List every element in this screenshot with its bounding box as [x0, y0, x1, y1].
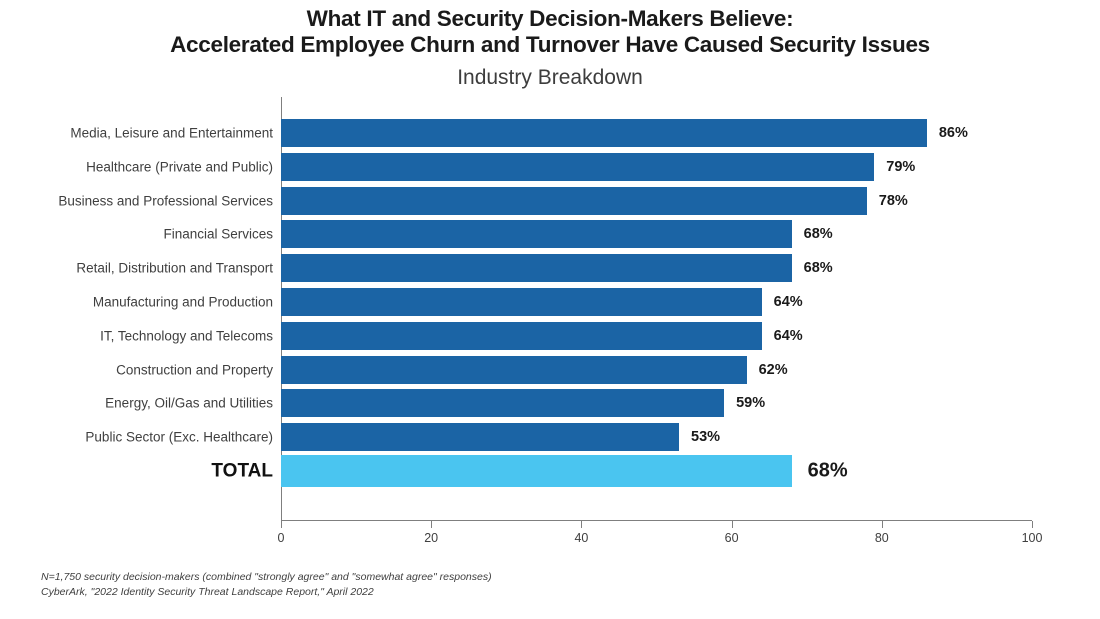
- bar-row[interactable]: 68%: [281, 220, 1032, 249]
- category-label: Financial Services: [163, 226, 273, 242]
- plot-area: 0 20 40 60 80 100 86% 79% 78% 68% 68% 64% 64% 62% 59% 5…: [278, 97, 1042, 545]
- x-axis-tick: [881, 521, 883, 528]
- x-axis-tick-label: 20: [424, 531, 439, 545]
- x-axis-tick-label: 80: [874, 531, 889, 545]
- bar-row[interactable]: 68%: [281, 254, 1032, 283]
- bar-row-total[interactable]: 68%: [281, 455, 1032, 487]
- x-axis-tick: [431, 521, 433, 528]
- category-label: Manufacturing and Production: [92, 294, 273, 310]
- chart-title-line-2: Accelerated Employee Churn and Turnover …: [170, 32, 930, 57]
- category-axis: Media, Leisure and Entertainment Healthca…: [0, 97, 281, 521]
- bar[interactable]: [281, 355, 747, 384]
- bar-row[interactable]: 62%: [281, 355, 1032, 384]
- footnotes: N=1,750 security decision-makers (combin…: [41, 570, 641, 600]
- category-label: Energy, Oil/Gas and Utilities: [105, 395, 273, 411]
- category-label: Retail, Distribution and Transport: [76, 260, 273, 276]
- bar[interactable]: [281, 321, 762, 350]
- bar[interactable]: [281, 186, 867, 215]
- bar-total[interactable]: [281, 455, 792, 487]
- footnote-sample-size: N=1,750 security decision-makers (combin…: [41, 571, 492, 583]
- bar-value-label: 64%: [773, 294, 803, 310]
- category-label: Healthcare (Private and Public): [86, 159, 273, 175]
- bar[interactable]: [281, 389, 725, 418]
- category-label: IT, Technology and Telecoms: [100, 328, 273, 344]
- bar-value-label: 68%: [803, 260, 833, 277]
- category-label: Construction and Property: [116, 361, 273, 377]
- bar-value-label: 79%: [886, 158, 916, 175]
- bar[interactable]: [281, 119, 927, 147]
- chart-subtitle: Industry Breakdown: [457, 66, 643, 89]
- bar-row[interactable]: 64%: [281, 288, 1032, 316]
- x-axis-tick: [581, 521, 583, 528]
- bar-value-label: 59%: [736, 395, 766, 412]
- bar-row[interactable]: 79%: [281, 152, 1032, 181]
- x-axis-tick-label: 0: [277, 531, 285, 545]
- bar[interactable]: [281, 423, 680, 452]
- category-label-total: TOTAL: [211, 460, 273, 482]
- bar-value-label: 78%: [878, 192, 908, 209]
- x-axis-tick: [281, 521, 282, 528]
- bar-row[interactable]: 78%: [281, 186, 1032, 215]
- bar[interactable]: [281, 288, 762, 316]
- x-axis-tick: [1032, 521, 1033, 528]
- category-label: Media, Leisure and Entertainment: [70, 125, 273, 141]
- x-axis-tick: [731, 521, 733, 528]
- x-axis-tick-label: 60: [724, 531, 739, 545]
- bar-row[interactable]: 86%: [281, 119, 1032, 147]
- x-axis-line: [281, 520, 1032, 521]
- footnote-source: CyberArk, "2022 Identity Security Threat…: [41, 586, 374, 598]
- chart-title-line-1: What IT and Security Decision-Makers Bel…: [306, 6, 794, 31]
- bar-value-label: 86%: [938, 125, 968, 141]
- bar-value-label: 64%: [773, 327, 803, 344]
- bar-value-label: 53%: [691, 429, 721, 446]
- x-axis-tick-label: 40: [574, 531, 589, 545]
- bar-value-label: 68%: [807, 459, 848, 482]
- category-label: Business and Professional Services: [58, 192, 273, 208]
- category-label: Public Sector (Exc. Healthcare): [85, 429, 273, 445]
- bar[interactable]: [281, 220, 792, 249]
- bar-value-label: 62%: [758, 361, 788, 378]
- bar-value-label: 68%: [803, 226, 833, 243]
- chart-title-block: What IT and Security Decision-Makers Bel…: [0, 6, 1100, 92]
- bar[interactable]: [281, 254, 792, 283]
- bar-row[interactable]: 64%: [281, 321, 1032, 350]
- x-axis-tick-label: 100: [1021, 531, 1043, 545]
- bar-row[interactable]: 53%: [281, 423, 1032, 452]
- bar[interactable]: [281, 152, 875, 181]
- bar-row[interactable]: 59%: [281, 389, 1032, 418]
